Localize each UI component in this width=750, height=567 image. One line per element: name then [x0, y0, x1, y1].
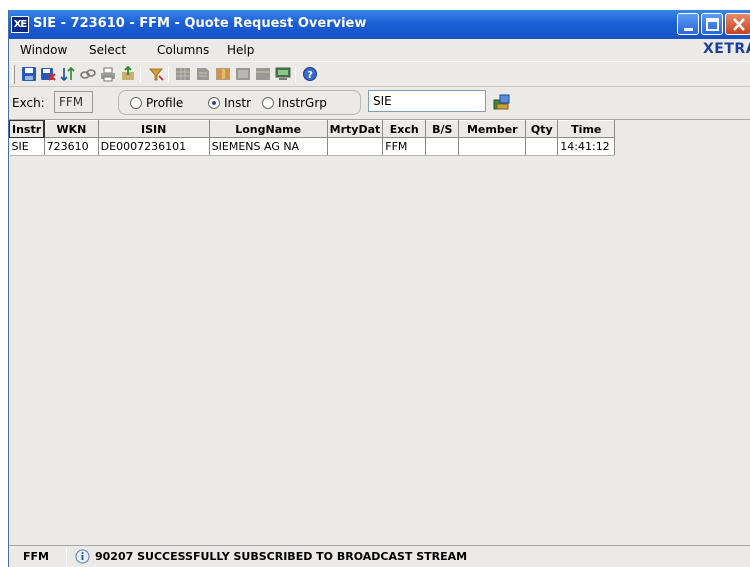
cell-instr[interactable]: SIE: [9, 137, 45, 156]
minimize-button[interactable]: [677, 13, 699, 35]
table-header-row: Instr WKN ISIN LongName MrtyDat Exch B/S…: [9, 120, 616, 138]
maximize-button[interactable]: [701, 13, 723, 35]
table-row[interactable]: SIE 723610 DE0007236101 SIEMENS AG NA FF…: [9, 137, 616, 156]
status-message: 90207 SUCCESSFULLY SUBSCRIBED TO BROADCA…: [95, 550, 468, 563]
cell-exch[interactable]: FFM: [382, 137, 427, 156]
cell-isin[interactable]: DE0007236101: [98, 137, 210, 156]
toolbar-separator: [168, 66, 169, 83]
sort-icon[interactable]: [60, 66, 76, 82]
cell-longname[interactable]: SIEMENS AG NA: [209, 137, 328, 156]
link-icon[interactable]: [80, 66, 96, 82]
menu-bar: Window Select Columns Help XETRA: [9, 39, 750, 61]
exchange-label: Exch:: [12, 96, 45, 110]
toolbar-separator: [140, 66, 141, 83]
column-header-time[interactable]: Time: [557, 120, 616, 138]
application-window: XE SIE - 723610 - FFM - Quote Request Ov…: [8, 10, 750, 567]
quote-table-area: Instr WKN ISIN LongName MrtyDat Exch B/S…: [9, 119, 750, 545]
menu-select[interactable]: Select: [89, 42, 126, 58]
cell-wkn[interactable]: 723610: [44, 137, 99, 156]
menu-help[interactable]: Help: [227, 42, 254, 58]
instrument-lookup-icon[interactable]: [493, 93, 511, 111]
radio-profile-label[interactable]: Profile: [146, 96, 183, 110]
instrument-input[interactable]: SIE: [368, 90, 486, 112]
radio-instrgrp-label[interactable]: InstrGrp: [278, 96, 327, 110]
radio-instr-label[interactable]: Instr: [224, 96, 251, 110]
close-icon: [733, 18, 745, 31]
menu-window[interactable]: Window: [20, 42, 67, 58]
cell-time[interactable]: 14:41:12: [557, 137, 616, 156]
table-view-icon[interactable]: [255, 66, 271, 82]
cell-qty[interactable]: [525, 137, 559, 156]
help-icon[interactable]: ?: [302, 66, 318, 82]
cell-mrtydat[interactable]: [327, 137, 384, 156]
cell-member[interactable]: [458, 137, 527, 156]
export-icon[interactable]: [120, 66, 136, 82]
column-header-isin[interactable]: ISIN: [98, 120, 210, 138]
save-icon[interactable]: [21, 66, 37, 82]
scope-radio-group: Profile Instr InstrGrp: [118, 90, 361, 115]
radio-instrgrp[interactable]: [262, 97, 274, 109]
column-header-wkn[interactable]: WKN: [44, 120, 99, 138]
minimize-icon: [684, 28, 693, 31]
column-header-mrtydat[interactable]: MrtyDat: [327, 120, 384, 138]
close-button[interactable]: [725, 13, 750, 35]
quote-request-table: Instr WKN ISIN LongName MrtyDat Exch B/S…: [9, 120, 616, 156]
list-view-icon[interactable]: [235, 66, 251, 82]
status-exchange: FFM: [23, 550, 49, 563]
filter-bar: Exch: FFM Profile Instr InstrGrp SIE: [9, 88, 750, 118]
monitor-icon[interactable]: [275, 66, 291, 82]
svg-text:?: ?: [307, 70, 313, 81]
filter-icon[interactable]: [148, 66, 164, 82]
page-view-icon[interactable]: [195, 66, 211, 82]
status-bar: FFM 90207 SUCCESSFULLY SUBSCRIBED TO BRO…: [9, 545, 750, 567]
toolbar-separator: [295, 66, 296, 83]
app-logo-badge: XE: [11, 16, 29, 33]
column-header-longname[interactable]: LongName: [209, 120, 328, 138]
exchange-field[interactable]: FFM: [54, 91, 93, 113]
xetra-brand-logo: XETRA: [703, 41, 750, 57]
column-header-bs[interactable]: B/S: [425, 120, 460, 138]
column-view-icon[interactable]: [215, 66, 231, 82]
maximize-icon: [706, 18, 719, 31]
info-icon: [75, 549, 90, 564]
cell-bs[interactable]: [425, 137, 460, 156]
column-header-qty[interactable]: Qty: [525, 120, 559, 138]
status-divider: [66, 548, 67, 566]
window-title: SIE - 723610 - FFM - Quote Request Overv…: [33, 16, 367, 31]
radio-profile[interactable]: [130, 97, 142, 109]
grid-view-icon[interactable]: [175, 66, 191, 82]
column-header-exch[interactable]: Exch: [382, 120, 427, 138]
toolbar: ?: [9, 61, 750, 87]
column-header-instr[interactable]: Instr: [9, 120, 46, 138]
column-header-member[interactable]: Member: [458, 120, 527, 138]
toolbar-grip[interactable]: [12, 65, 15, 84]
radio-instr[interactable]: [208, 97, 220, 109]
menu-columns[interactable]: Columns: [157, 42, 209, 58]
title-bar[interactable]: XE SIE - 723610 - FFM - Quote Request Ov…: [9, 10, 750, 39]
save-as-icon[interactable]: [40, 66, 56, 82]
print-icon[interactable]: [100, 66, 116, 82]
